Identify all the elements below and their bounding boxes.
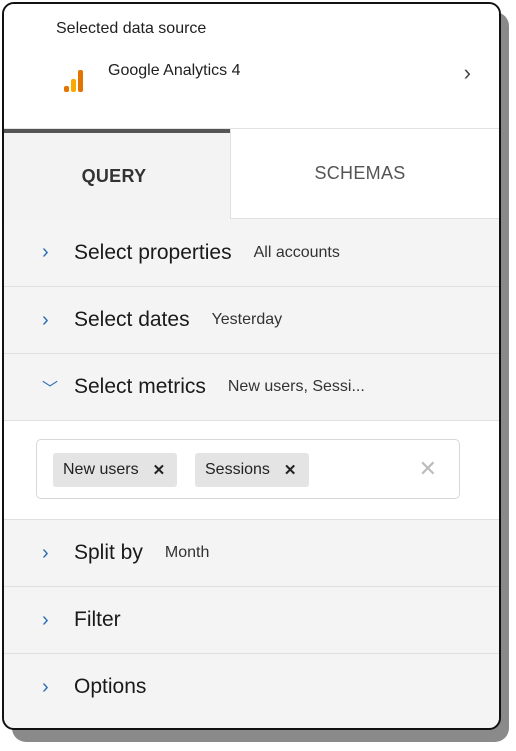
- tab-bar: QUERY SCHEMAS: [4, 129, 499, 219]
- clear-all-icon[interactable]: ✕: [419, 456, 437, 482]
- select-dates-title: Select dates: [74, 308, 190, 331]
- chevron-right-icon[interactable]: ›: [464, 60, 471, 86]
- metric-chip-new-users: New users ✕: [53, 453, 178, 487]
- remove-icon[interactable]: ✕: [153, 461, 166, 479]
- select-metrics-row[interactable]: ﹀ Select metrics New users, Sessi...: [4, 353, 499, 420]
- chevron-right-icon: ›: [42, 241, 49, 263]
- metric-chip-label: Sessions: [205, 461, 270, 478]
- select-metrics-title: Select metrics: [74, 375, 206, 398]
- select-metrics-value: New users, Sessi...: [227, 378, 365, 395]
- metric-chip-sessions: Sessions ✕: [195, 453, 309, 487]
- google-analytics-icon: [64, 68, 86, 92]
- query-panel: Selected data source Google Analytics 4 …: [2, 2, 501, 730]
- metric-chip-label: New users: [63, 461, 139, 478]
- split-by-title: Split by: [74, 541, 143, 564]
- tab-query[interactable]: QUERY: [4, 129, 230, 219]
- tab-schemas[interactable]: SCHEMAS: [230, 129, 499, 219]
- chevron-right-icon: ›: [42, 675, 49, 698]
- chevron-right-icon: ›: [42, 541, 49, 564]
- filter-row[interactable]: › Filter: [4, 586, 499, 653]
- chevron-down-icon: ﹀: [42, 381, 59, 398]
- select-properties-value: All accounts: [253, 243, 340, 261]
- remove-icon[interactable]: ✕: [284, 461, 297, 479]
- chevron-right-icon: ›: [42, 308, 49, 331]
- select-properties-row[interactable]: › Select properties All accounts: [4, 219, 499, 286]
- options-row[interactable]: › Options: [4, 653, 499, 720]
- select-dates-value: Yesterday: [211, 311, 283, 328]
- chevron-right-icon: ›: [42, 608, 49, 631]
- metrics-multiselect[interactable]: New users ✕ Sessions ✕ ✕: [36, 439, 460, 499]
- options-title: Options: [74, 675, 147, 698]
- split-by-value: Month: [164, 544, 210, 561]
- data-source-selector[interactable]: Selected data source Google Analytics 4 …: [4, 4, 499, 129]
- split-by-row[interactable]: › Split by Month: [4, 519, 499, 586]
- data-source-label: Selected data source: [56, 20, 207, 37]
- select-dates-row[interactable]: › Select dates Yesterday: [4, 286, 499, 353]
- select-properties-title: Select properties: [74, 240, 232, 264]
- data-source-name: Google Analytics 4: [108, 62, 241, 79]
- metrics-editor: New users ✕ Sessions ✕ ✕: [4, 420, 499, 519]
- filter-title: Filter: [74, 608, 121, 631]
